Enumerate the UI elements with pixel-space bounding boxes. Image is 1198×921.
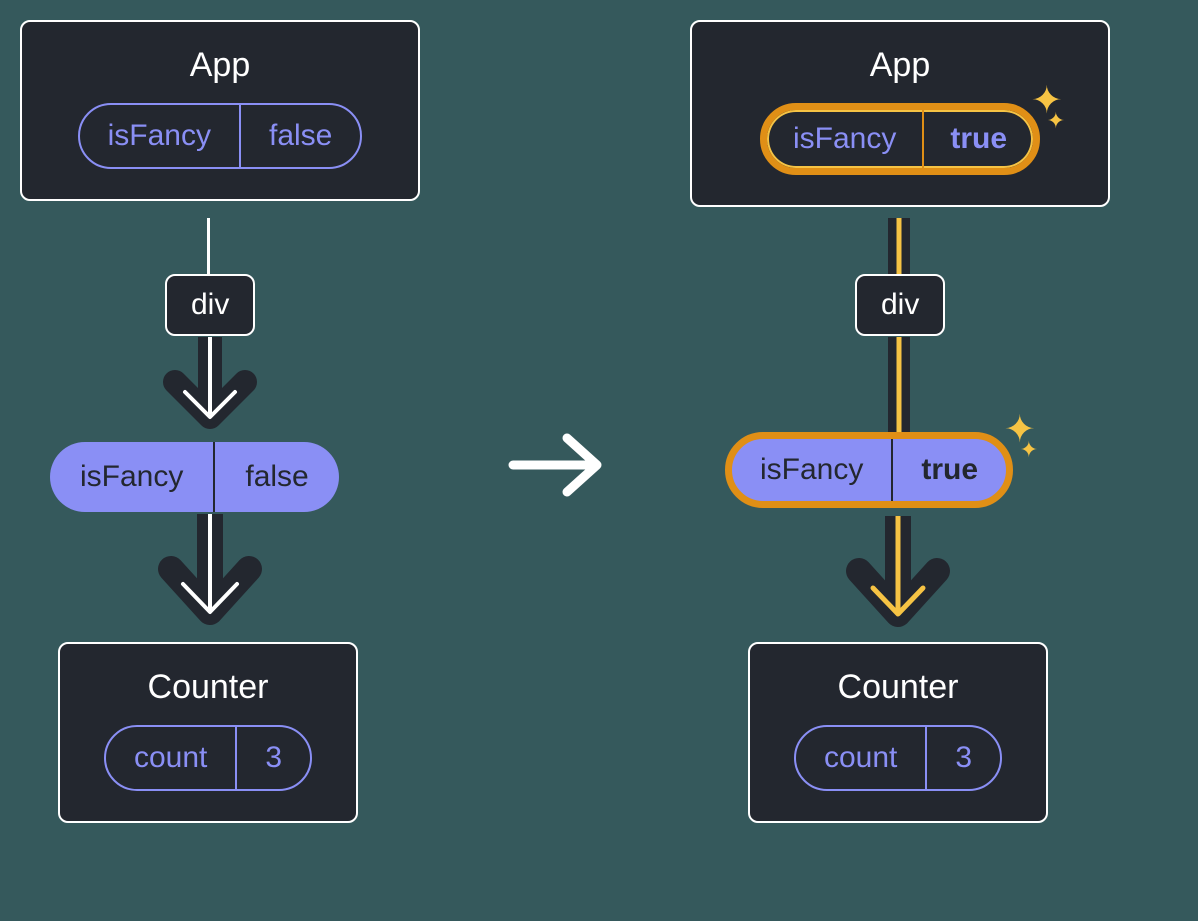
left-prop-key: isFancy (50, 442, 215, 512)
right-prop-pill: isFancy true ✦✦ (725, 432, 1013, 508)
right-div-node: div (855, 274, 945, 336)
left-connector-prop-counter (155, 514, 265, 642)
right-counter-state-value: 3 (927, 727, 1000, 789)
right-app-title: App (870, 46, 931, 85)
left-counter-state-value: 3 (237, 727, 310, 789)
left-app-title: App (190, 46, 251, 85)
right-connector-prop-counter (843, 516, 953, 644)
sparkle-icon: ✦✦ (1029, 88, 1065, 128)
right-app-state-pill: isFancy true ✦✦ (760, 103, 1040, 175)
left-counter-node: Counter count 3 (58, 642, 358, 823)
right-app-state-key: isFancy (767, 110, 924, 168)
right-counter-node: Counter count 3 (748, 642, 1048, 823)
left-app-node: App isFancy false (20, 20, 420, 201)
right-app-node: App isFancy true ✦✦ (690, 20, 1110, 207)
left-counter-state-key: count (106, 727, 237, 789)
left-div-node: div (165, 274, 255, 336)
left-app-state-value: false (241, 105, 360, 167)
left-connector-app-div (207, 218, 210, 276)
component-tree-diagram: App isFancy false div isFancy false Coun… (0, 0, 1198, 921)
right-connector-app-div (886, 218, 912, 278)
right-counter-state-pill: count 3 (794, 725, 1002, 791)
left-app-state-key: isFancy (80, 105, 241, 167)
left-prop-pill: isFancy false (50, 442, 339, 512)
transition-arrow-icon (505, 430, 615, 505)
right-connector-div-prop (886, 337, 912, 437)
left-connector-div-prop (155, 337, 265, 447)
right-prop-value: true (893, 439, 1006, 501)
right-counter-title: Counter (838, 668, 959, 707)
left-div-label: div (191, 288, 229, 321)
left-counter-title: Counter (148, 668, 269, 707)
left-app-state-pill: isFancy false (78, 103, 363, 169)
right-app-state-value: true (924, 110, 1033, 168)
right-div-label: div (881, 288, 919, 321)
right-prop-key: isFancy (732, 439, 893, 501)
left-prop-value: false (215, 442, 338, 512)
left-counter-state-pill: count 3 (104, 725, 312, 791)
sparkle-icon: ✦✦ (1002, 417, 1038, 457)
right-counter-state-key: count (796, 727, 927, 789)
